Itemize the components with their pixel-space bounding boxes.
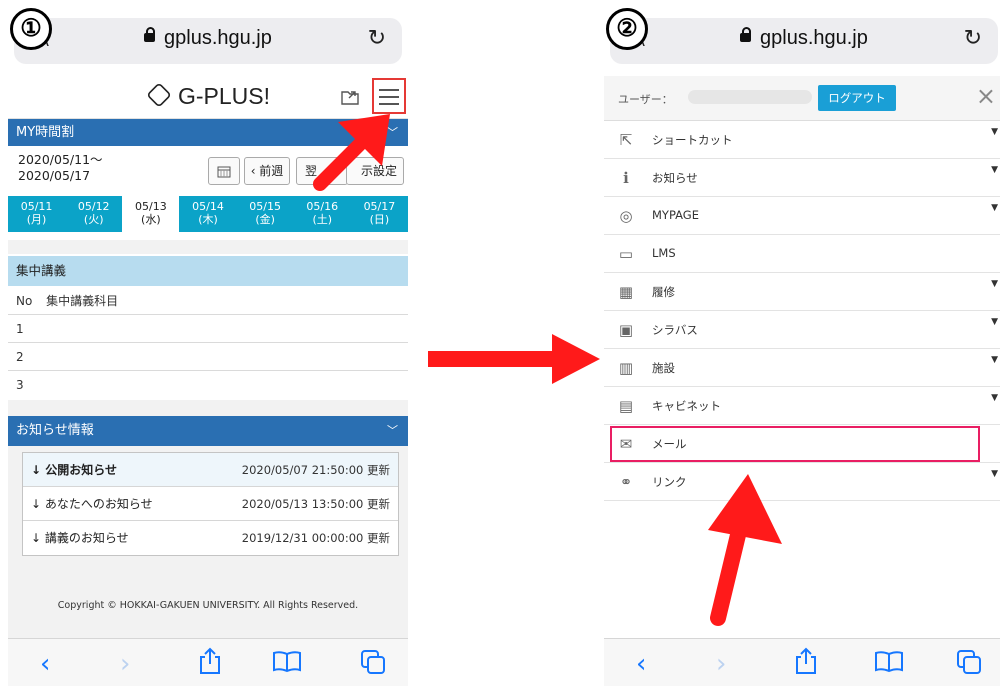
day-tab[interactable]: 05/11 (月) — [8, 196, 66, 232]
address-bar[interactable]: AA gplus.hgu.jp ↻ — [610, 18, 998, 64]
url-text[interactable]: gplus.hgu.jp — [760, 27, 868, 50]
tabs-icon[interactable] — [956, 649, 982, 675]
caret-down-icon[interactable]: ▼ — [991, 127, 998, 137]
menu-item-label: MYPAGE — [652, 208, 699, 222]
day-tab[interactable]: 05/14 (木) — [179, 196, 237, 232]
menu-item-label: お知らせ — [652, 171, 698, 185]
notice-personal[interactable]: ↓ あなたへのお知らせ 2020/05/13 13:50:00 更新 — [23, 487, 398, 521]
calendar-icon — [217, 166, 231, 178]
menu-item[interactable]: ▤ キャビネット ▼ — [604, 387, 1000, 425]
menu-item[interactable]: ▭ LMS — [604, 235, 1000, 273]
calendar-grid-icon: ▦ — [618, 283, 634, 301]
reload-icon[interactable]: ↻ — [964, 26, 982, 51]
menu-item[interactable]: ℹ お知らせ ▼ — [604, 159, 1000, 197]
menu-item-label: ショートカット — [652, 133, 733, 147]
syllabus-icon: ▣ — [618, 321, 634, 339]
safari-toolbar: ‹ › — [604, 638, 1000, 686]
logout-button[interactable]: ログアウト — [818, 85, 896, 111]
share-icon[interactable] — [794, 647, 818, 675]
mypage-icon: ◎ — [619, 207, 633, 225]
close-icon[interactable]: × — [976, 82, 996, 110]
notice-public[interactable]: ↓ 公開お知らせ 2020/05/07 21:50:00 更新 — [23, 453, 398, 487]
tabs-icon[interactable] — [360, 649, 386, 675]
notice-header[interactable]: お知らせ情報 ﹀ — [8, 416, 408, 446]
menu-item[interactable]: ⇱ ショートカット ▼ — [604, 121, 1000, 159]
back-icon[interactable]: ‹ — [636, 649, 646, 679]
bookmarks-icon[interactable] — [272, 649, 302, 673]
shortcut-icon: ⇱ — [619, 131, 633, 149]
menu-item[interactable]: ▥ 施設 ▼ — [604, 349, 1000, 387]
bookmarks-icon[interactable] — [874, 649, 904, 673]
notice-list: ↓ 公開お知らせ 2020/05/07 21:50:00 更新 ↓ あなたへのお… — [22, 452, 399, 556]
intensive-section-header: 集中講義 — [8, 256, 408, 286]
day-tab[interactable]: 05/15 (金) — [236, 196, 294, 232]
menu-item[interactable]: ▦ 履修 ▼ — [604, 273, 1000, 311]
cabinet-icon: ▤ — [618, 397, 634, 415]
chevron-down-icon: ﹀ — [387, 424, 398, 437]
prev-week-button[interactable]: ‹ 前週 — [244, 157, 290, 185]
address-bar[interactable]: AA gplus.hgu.jp ↻ — [14, 18, 402, 64]
table-row: 2 — [8, 343, 408, 371]
day-tab[interactable]: 05/13 (水) — [122, 196, 180, 232]
day-tab[interactable]: 05/12 (火) — [65, 196, 123, 232]
caret-down-icon[interactable]: ▼ — [991, 355, 998, 365]
red-arrow-to-menu — [313, 114, 390, 191]
building-icon: ▥ — [618, 359, 634, 377]
caret-down-icon[interactable]: ▼ — [991, 165, 998, 175]
red-arrow-to-mail — [708, 474, 782, 626]
safari-toolbar: ‹ › — [8, 638, 408, 686]
caret-down-icon[interactable]: ▼ — [991, 203, 998, 213]
link-icon: ⚭ — [619, 473, 633, 491]
spacer — [8, 240, 408, 254]
menu-item[interactable]: ▣ シラバス ▼ — [604, 311, 1000, 349]
step-number-2: ② — [606, 8, 648, 50]
menu-item-label: シラバス — [652, 323, 698, 337]
back-icon[interactable]: ‹ — [40, 649, 50, 679]
timetable-title: MY時間割 — [16, 125, 75, 140]
user-bar: ユーザー： ログアウト × — [604, 76, 1000, 121]
transition-arrow — [428, 334, 600, 384]
menu-item-label: 履修 — [652, 285, 675, 299]
caret-down-icon[interactable]: ▼ — [991, 393, 998, 403]
logo-text: G-PLUS! — [178, 83, 271, 109]
day-tabs: 05/11 (月) 05/12 (火) 05/13 (水) 05/14 (木) 05/15 (金)… — [8, 196, 408, 232]
laptop-icon: ▭ — [618, 245, 634, 263]
forward-icon[interactable]: › — [716, 649, 726, 679]
mail-highlight-box — [610, 426, 980, 462]
menu-item-label: 施設 — [652, 361, 675, 375]
caret-down-icon[interactable]: ▼ — [991, 279, 998, 289]
step-number-1: ① — [10, 8, 52, 50]
menu-item-label: リンク — [652, 475, 687, 489]
menu-item-label: キャビネット — [652, 399, 721, 413]
day-tab[interactable]: 05/16 (土) — [293, 196, 351, 232]
screen-1-home: ① AA gplus.hgu.jp ↻ G-PLUS! MY時間割 ﹀ 2020… — [8, 0, 408, 686]
intensive-table-header: No 集中講義科目 — [8, 287, 408, 315]
notice-lecture[interactable]: ↓ 講義のお知らせ 2019/12/31 00:00:00 更新 — [23, 521, 398, 555]
share-icon[interactable] — [198, 647, 222, 675]
copyright: Copyright © HOKKAI-GAKUEN UNIVERSITY. Al… — [57, 600, 359, 611]
day-tab[interactable]: 05/17 (日) — [350, 196, 408, 232]
info-icon: ℹ — [623, 169, 629, 187]
user-label: ユーザー： — [618, 93, 673, 106]
menu-item-label: LMS — [652, 246, 676, 260]
reload-icon[interactable]: ↻ — [368, 26, 386, 51]
user-name-redacted — [688, 90, 812, 104]
table-row: 1 — [8, 315, 408, 343]
date-range: 2020/05/11～ 2020/05/17 — [18, 152, 103, 183]
notice-title: お知らせ情報 — [16, 423, 94, 438]
caret-down-icon[interactable]: ▼ — [991, 317, 998, 327]
calendar-button[interactable] — [208, 157, 240, 185]
caret-down-icon[interactable]: ▼ — [991, 469, 998, 479]
screen-2-menu: ② AA gplus.hgu.jp ↻ ユーザー： ログアウト × ⇱ ショートカ… — [604, 0, 1000, 686]
gplus-logo[interactable]: G-PLUS! — [146, 82, 271, 110]
menu-item[interactable]: ◎ MYPAGE ▼ — [604, 197, 1000, 235]
lock-icon — [740, 27, 751, 42]
logo-hex-icon — [146, 82, 172, 108]
table-row: 3 — [16, 378, 24, 392]
forward-icon[interactable]: › — [120, 649, 130, 679]
lock-icon — [144, 27, 155, 42]
url-text[interactable]: gplus.hgu.jp — [164, 27, 272, 50]
